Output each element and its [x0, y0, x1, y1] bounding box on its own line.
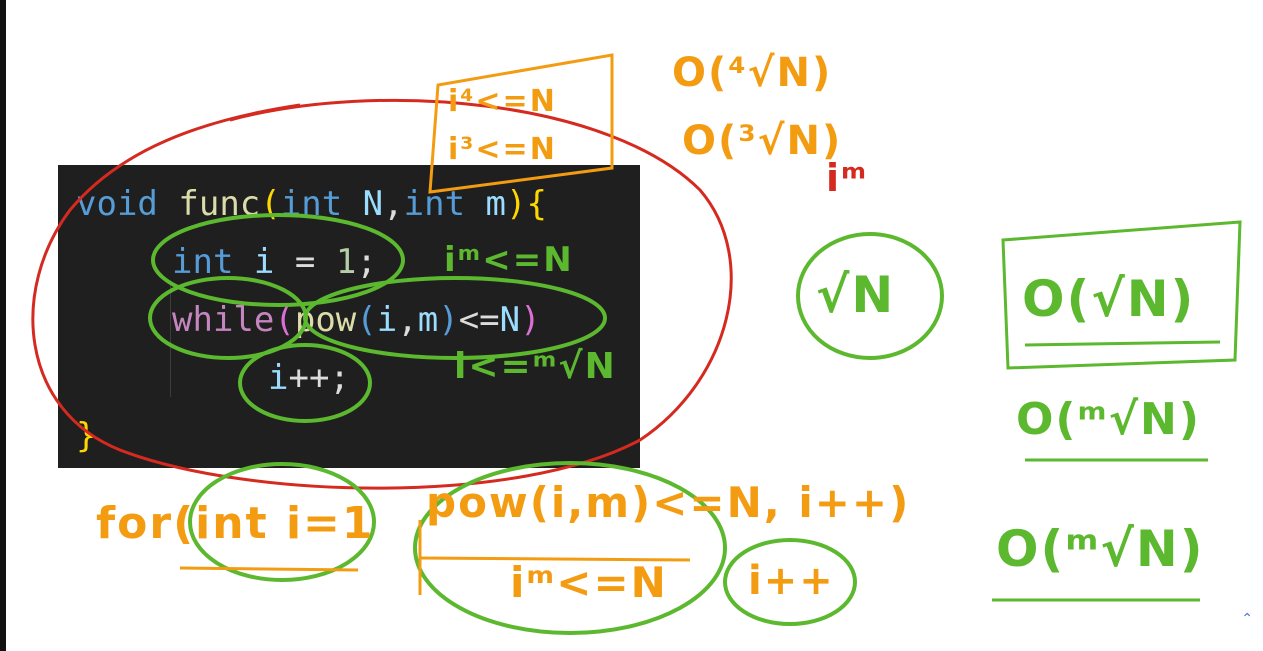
note-im-under: iᵐ<=N	[510, 558, 668, 607]
var-i: i	[376, 300, 398, 340]
brace: }	[76, 416, 97, 456]
note-im-code: iᵐ<=N	[444, 240, 574, 280]
var-i: i	[268, 358, 289, 398]
type-int: int	[403, 184, 466, 224]
green-underline-1	[1024, 340, 1221, 347]
note-o4: O(⁴√N)	[672, 50, 833, 96]
paren: )	[506, 184, 527, 224]
operator: <=	[458, 300, 500, 340]
note-o-msqrt-1: O(ᵐ√N)	[1016, 394, 1201, 445]
orange-underline-int	[179, 566, 359, 572]
note-for-head: for(int i=1	[96, 498, 375, 549]
paren: (	[260, 184, 281, 224]
code-line-1: void func(int N,int m){	[76, 175, 547, 233]
note-im-red: iᵐ	[826, 156, 869, 200]
function-pow: pow	[294, 300, 357, 340]
number: 1	[335, 242, 357, 282]
code-line-5: }	[76, 407, 96, 465]
var-i: i	[253, 242, 275, 282]
paren: )	[520, 300, 541, 340]
code-block: void func(int N,int m){ int i = 1; while…	[58, 165, 640, 468]
note-i-root: i<=ᵐ√N	[454, 346, 617, 387]
operator: =	[294, 242, 316, 282]
function-name: func	[178, 184, 261, 224]
note-o-msqrt-2: O(ᵐ√N)	[996, 520, 1205, 578]
keyword-void: void	[76, 184, 158, 224]
type-int: int	[172, 242, 234, 282]
code-line-3: while(pow(i,m)<=N)	[172, 291, 541, 349]
keyword-while: while	[172, 300, 275, 340]
left-edge	[0, 0, 6, 651]
note-o-sqrt: O(√N)	[1022, 270, 1196, 328]
note-i4: i⁴<=N	[448, 84, 557, 119]
note-for-cond: pow(i,m)<=N, i++)	[426, 478, 911, 527]
chevron-up-icon[interactable]: ⌃	[1241, 611, 1253, 627]
var-n: N	[499, 300, 521, 340]
operator: ++;	[288, 358, 350, 398]
code-line-2: int i = 1;	[172, 233, 377, 291]
param-n: N	[362, 184, 384, 224]
semicolon: ;	[356, 242, 377, 282]
comma: ,	[397, 300, 418, 340]
note-i3: i³<=N	[448, 132, 557, 167]
note-o3: O(³√N)	[682, 118, 843, 164]
type-int: int	[280, 184, 343, 224]
paren: (	[356, 300, 377, 340]
brace: {	[526, 184, 547, 224]
param-m: m	[485, 184, 507, 224]
note-sqrtn: √N	[816, 266, 896, 324]
note-ipp: i++	[748, 558, 835, 604]
comma: ,	[383, 184, 404, 224]
var-m: m	[417, 300, 439, 340]
paren: )	[438, 300, 459, 340]
indent-guide	[170, 281, 171, 397]
paren: (	[274, 300, 295, 340]
code-line-4: i++;	[268, 349, 350, 407]
